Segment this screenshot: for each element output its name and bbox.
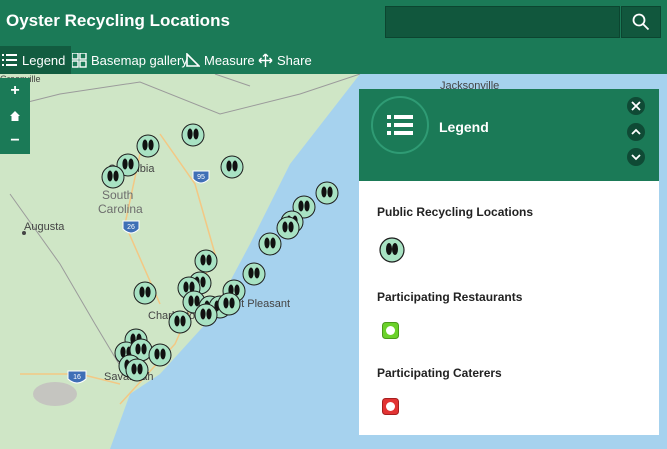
- zoom-out-button[interactable]: −: [0, 128, 30, 153]
- legend-layer-caterers: Participating Caterers: [377, 366, 502, 380]
- list-icon: [2, 54, 17, 66]
- map-zoom-controls: + −: [0, 78, 30, 154]
- map-label-carolina: Carolina: [98, 202, 143, 216]
- close-icon: [631, 101, 641, 111]
- app-title: Oyster Recycling Locations: [6, 11, 230, 30]
- oyster-icon: [379, 237, 405, 263]
- oyster-marker[interactable]: [181, 123, 205, 147]
- legend-layer-public-recycling: Public Recycling Locations: [377, 205, 534, 219]
- basemap-gallery-button[interactable]: Basemap gallery: [72, 46, 188, 74]
- search-button[interactable]: [621, 6, 661, 38]
- caterer-icon: [382, 398, 399, 415]
- close-panel-button[interactable]: [627, 97, 645, 115]
- oyster-marker[interactable]: [168, 310, 192, 334]
- panel-down-button[interactable]: [627, 148, 645, 166]
- basemap-label: Basemap gallery: [91, 52, 188, 68]
- measure-button[interactable]: Measure: [186, 46, 255, 74]
- oyster-marker[interactable]: [125, 358, 149, 382]
- oyster-marker[interactable]: [136, 134, 160, 158]
- measure-icon: [186, 53, 200, 67]
- legend-layer-restaurants: Participating Restaurants: [377, 290, 523, 304]
- interstate-26-shield: 26: [122, 220, 140, 234]
- oyster-marker[interactable]: [217, 292, 241, 316]
- legend-tool-label: Legend: [22, 52, 66, 68]
- list-icon: [387, 115, 413, 135]
- legend-panel-body: Public Recycling Locations Participating…: [359, 181, 659, 435]
- basemap-icon: [72, 52, 87, 68]
- panel-up-button[interactable]: [627, 123, 645, 141]
- measure-label: Measure: [204, 52, 255, 68]
- map-label-south: South: [102, 188, 133, 202]
- share-button[interactable]: Share: [258, 46, 312, 74]
- oyster-marker[interactable]: [220, 155, 244, 179]
- search-icon: [632, 13, 650, 31]
- legend-panel-icon: [371, 96, 429, 154]
- share-label: Share: [277, 52, 312, 68]
- search-input[interactable]: [385, 6, 620, 38]
- home-icon: [10, 110, 20, 121]
- oyster-marker[interactable]: [133, 281, 157, 305]
- toolbar: Legend Basemap gallery Measure Share: [0, 46, 667, 74]
- oyster-marker[interactable]: [148, 343, 172, 367]
- chevron-down-icon: [631, 154, 641, 161]
- interstate-16-shield: 16: [67, 370, 87, 384]
- oyster-marker[interactable]: [258, 232, 282, 256]
- map-label-augusta: Augusta: [24, 221, 65, 233]
- oyster-marker[interactable]: [276, 216, 300, 240]
- oyster-marker[interactable]: [194, 249, 218, 273]
- svg-text:95: 95: [197, 174, 205, 181]
- oyster-marker[interactable]: [194, 303, 218, 327]
- app-header: Oyster Recycling Locations: [0, 0, 667, 46]
- home-button[interactable]: [0, 103, 30, 128]
- legend-panel-title: Legend: [439, 119, 489, 135]
- svg-text:26: 26: [127, 224, 135, 231]
- share-icon: [258, 53, 273, 67]
- interstate-95-shield: 95: [192, 170, 210, 184]
- svg-text:16: 16: [73, 374, 81, 381]
- oyster-marker[interactable]: [315, 181, 339, 205]
- restaurant-icon: [382, 322, 399, 339]
- chevron-up-icon: [631, 128, 641, 135]
- legend-panel-header: Legend: [359, 89, 659, 181]
- legend-tool-button[interactable]: Legend: [0, 46, 71, 74]
- oyster-marker[interactable]: [101, 165, 125, 189]
- oyster-marker[interactable]: [242, 262, 266, 286]
- zoom-in-button[interactable]: +: [0, 78, 30, 103]
